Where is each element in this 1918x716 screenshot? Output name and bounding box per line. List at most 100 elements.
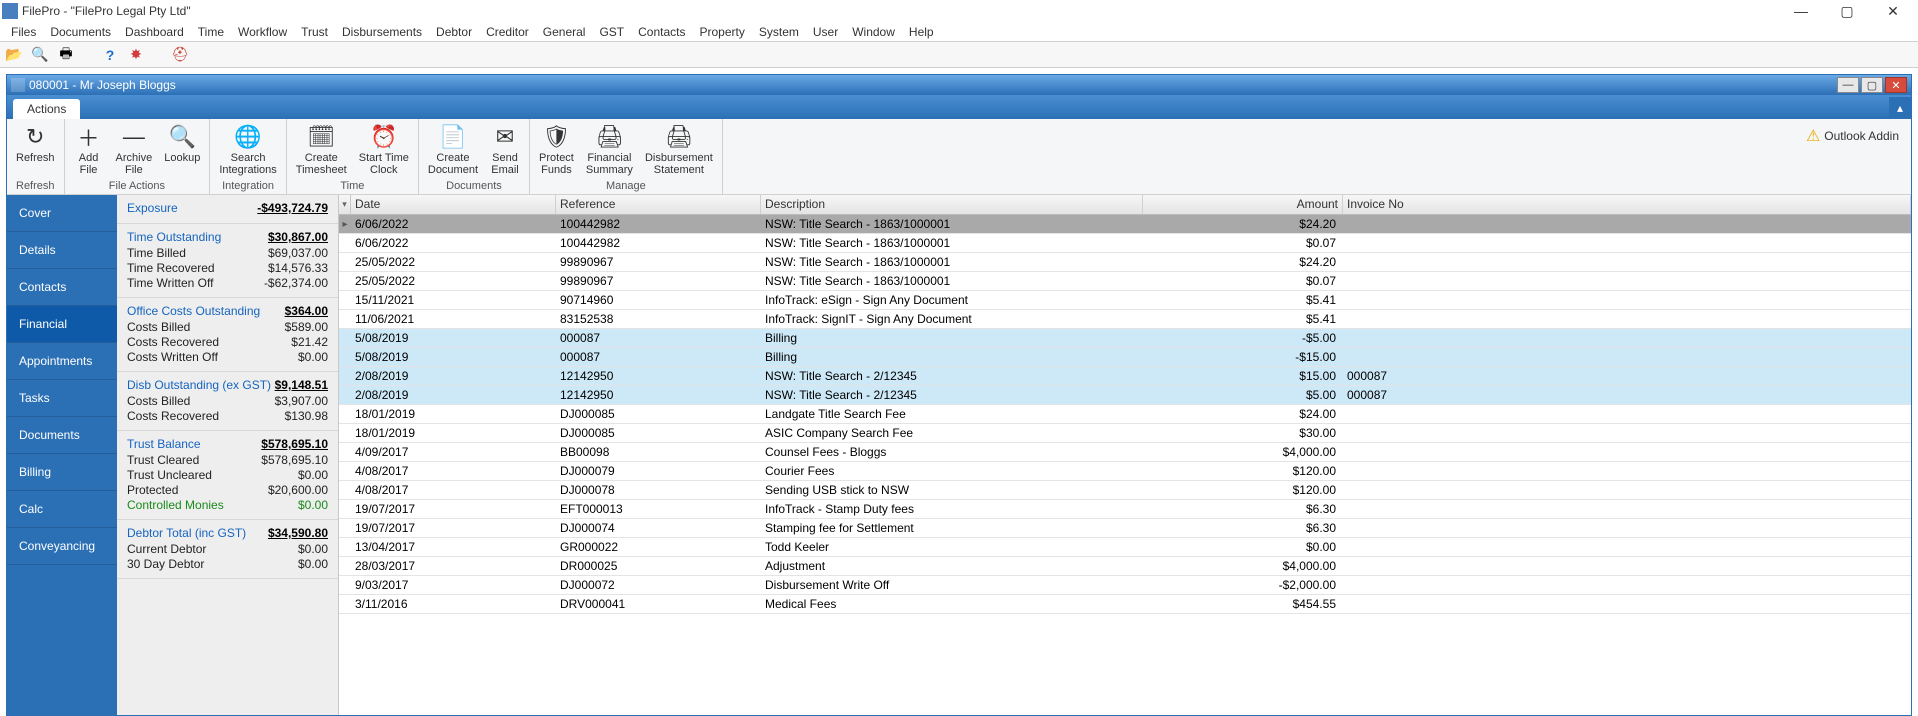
- cell: 000087: [1343, 367, 1911, 385]
- hat-icon[interactable]: ⛑: [170, 45, 190, 65]
- table-row[interactable]: 15/11/202190714960InfoTrack: eSign - Sig…: [339, 291, 1911, 310]
- cell: NSW: Title Search - 1863/1000001: [761, 234, 1143, 252]
- cell: [1343, 222, 1911, 226]
- menu-debtor[interactable]: Debtor: [429, 25, 479, 39]
- menu-contacts[interactable]: Contacts: [631, 25, 692, 39]
- nav-cover[interactable]: Cover: [7, 195, 117, 232]
- grid-body[interactable]: ▸6/06/2022100442982NSW: Title Search - 1…: [339, 215, 1911, 715]
- menu-gst[interactable]: GST: [592, 25, 631, 39]
- nav-appointments[interactable]: Appointments: [7, 343, 117, 380]
- cell: BB00098: [556, 443, 761, 461]
- table-row[interactable]: 4/08/2017DJ000079Courier Fees$120.00: [339, 462, 1911, 481]
- table-row[interactable]: 19/07/2017EFT000013InfoTrack - Stamp Dut…: [339, 500, 1911, 519]
- outlook-addin-warning[interactable]: ⚠ Outlook Addin: [1798, 120, 1907, 152]
- window-restore-button[interactable]: ▢: [1824, 0, 1870, 22]
- table-row[interactable]: 13/04/2017GR000022Todd Keeler$0.00: [339, 538, 1911, 557]
- menu-files[interactable]: Files: [4, 25, 43, 39]
- help-icon[interactable]: ?: [100, 45, 120, 65]
- protect-funds-button[interactable]: 🛡ProtectFunds: [534, 120, 579, 178]
- ribbon-group-documents: 📄CreateDocument✉SendEmailDocuments: [419, 119, 530, 194]
- nav-details[interactable]: Details: [7, 232, 117, 269]
- window-minimize-button[interactable]: —: [1778, 0, 1824, 22]
- menu-time[interactable]: Time: [191, 25, 231, 39]
- table-row[interactable]: 2/08/201912142950NSW: Title Search - 2/1…: [339, 386, 1911, 405]
- nav-tasks[interactable]: Tasks: [7, 380, 117, 417]
- table-row[interactable]: 28/03/2017DR000025Adjustment$4,000.00: [339, 557, 1911, 576]
- table-row[interactable]: 2/08/201912142950NSW: Title Search - 2/1…: [339, 367, 1911, 386]
- table-row[interactable]: 11/06/202183152538InfoTrack: SignIT - Si…: [339, 310, 1911, 329]
- cell: [1343, 450, 1911, 454]
- table-row[interactable]: 5/08/2019000087Billing-$5.00: [339, 329, 1911, 348]
- menu-user[interactable]: User: [806, 25, 845, 39]
- nav-documents[interactable]: Documents: [7, 417, 117, 454]
- menu-window[interactable]: Window: [845, 25, 902, 39]
- nav-conveyancing[interactable]: Conveyancing: [7, 528, 117, 565]
- cell: ASIC Company Search Fee: [761, 424, 1143, 442]
- table-row[interactable]: 25/05/202299890967NSW: Title Search - 18…: [339, 253, 1911, 272]
- menu-property[interactable]: Property: [693, 25, 752, 39]
- search-integrations-label: SearchIntegrations: [219, 152, 276, 176]
- tab-actions[interactable]: Actions: [13, 99, 80, 119]
- cell: 4/09/2017: [351, 443, 556, 461]
- window-close-button[interactable]: ✕: [1870, 0, 1916, 22]
- child-minimize-button[interactable]: —: [1837, 77, 1859, 93]
- summary-head-label: Time Outstanding: [127, 230, 221, 244]
- menu-creditor[interactable]: Creditor: [479, 25, 536, 39]
- nav-contacts[interactable]: Contacts: [7, 269, 117, 306]
- col-header-description[interactable]: Description: [761, 195, 1143, 214]
- menu-disbursements[interactable]: Disbursements: [335, 25, 429, 39]
- create-timesheet-button[interactable]: 🗓CreateTimesheet: [291, 120, 352, 178]
- cell: $454.55: [1143, 595, 1343, 613]
- child-restore-button[interactable]: ▢: [1861, 77, 1883, 93]
- col-header-reference[interactable]: Reference: [556, 195, 761, 214]
- table-row[interactable]: 9/03/2017DJ000072Disbursement Write Off-…: [339, 576, 1911, 595]
- open-icon[interactable]: 📂: [4, 45, 24, 65]
- disbursement-statement-icon: 🖨: [664, 122, 694, 152]
- grid-column-selector-icon[interactable]: ▾: [339, 195, 351, 214]
- col-header-date[interactable]: Date: [351, 195, 556, 214]
- cell: [1343, 260, 1911, 264]
- table-row[interactable]: ▸6/06/2022100442982NSW: Title Search - 1…: [339, 215, 1911, 234]
- ribbon-group-label: Refresh: [11, 180, 60, 194]
- create-document-button[interactable]: 📄CreateDocument: [423, 120, 483, 178]
- menu-dashboard[interactable]: Dashboard: [118, 25, 191, 39]
- archive-file-button[interactable]: —ArchiveFile: [111, 120, 158, 178]
- add-file-button[interactable]: ＋AddFile: [69, 120, 109, 178]
- nav-financial[interactable]: Financial: [7, 306, 117, 343]
- table-row[interactable]: 25/05/202299890967NSW: Title Search - 18…: [339, 272, 1911, 291]
- cell: Adjustment: [761, 557, 1143, 575]
- warning-icon[interactable]: ✸: [126, 45, 146, 65]
- table-row[interactable]: 6/06/2022100442982NSW: Title Search - 18…: [339, 234, 1911, 253]
- search-integrations-button[interactable]: 🌐SearchIntegrations: [214, 120, 281, 178]
- refresh-button[interactable]: ↻Refresh: [11, 120, 60, 166]
- menu-system[interactable]: System: [752, 25, 806, 39]
- child-close-button[interactable]: ✕: [1885, 77, 1907, 93]
- col-header-amount[interactable]: Amount: [1143, 195, 1343, 214]
- menu-trust[interactable]: Trust: [294, 25, 335, 39]
- menu-documents[interactable]: Documents: [43, 25, 118, 39]
- table-row[interactable]: 19/07/2017DJ000074Stamping fee for Settl…: [339, 519, 1911, 538]
- send-email-button[interactable]: ✉SendEmail: [485, 120, 525, 178]
- nav-billing[interactable]: Billing: [7, 454, 117, 491]
- table-row[interactable]: 3/11/2016DRV000041Medical Fees$454.55: [339, 595, 1911, 614]
- menu-workflow[interactable]: Workflow: [231, 25, 294, 39]
- disbursement-statement-button[interactable]: 🖨DisbursementStatement: [640, 120, 718, 178]
- cell: [1343, 317, 1911, 321]
- table-row[interactable]: 18/01/2019DJ000085Landgate Title Search …: [339, 405, 1911, 424]
- table-row[interactable]: 4/09/2017BB00098Counsel Fees - Bloggs$4,…: [339, 443, 1911, 462]
- lookup-button[interactable]: 🔍Lookup: [159, 120, 205, 166]
- ribbon-collapse-button[interactable]: ▴: [1889, 97, 1911, 119]
- summary-row-label: Protected: [127, 483, 178, 498]
- col-header-invoice[interactable]: Invoice No: [1343, 195, 1911, 214]
- search-small-icon[interactable]: 🔍: [30, 45, 50, 65]
- start-time-clock-button[interactable]: ⏰Start TimeClock: [354, 120, 414, 178]
- nav-calc[interactable]: Calc: [7, 491, 117, 528]
- print-icon[interactable]: 🖶: [56, 45, 76, 65]
- menu-help[interactable]: Help: [902, 25, 941, 39]
- table-row[interactable]: 4/08/2017DJ000078Sending USB stick to NS…: [339, 481, 1911, 500]
- menu-general[interactable]: General: [536, 25, 593, 39]
- table-row[interactable]: 18/01/2019DJ000085ASIC Company Search Fe…: [339, 424, 1911, 443]
- table-row[interactable]: 5/08/2019000087Billing-$15.00: [339, 348, 1911, 367]
- menu-bar: FilesDocumentsDashboardTimeWorkflowTrust…: [0, 22, 1918, 42]
- financial-summary-button[interactable]: 🖨FinancialSummary: [581, 120, 638, 178]
